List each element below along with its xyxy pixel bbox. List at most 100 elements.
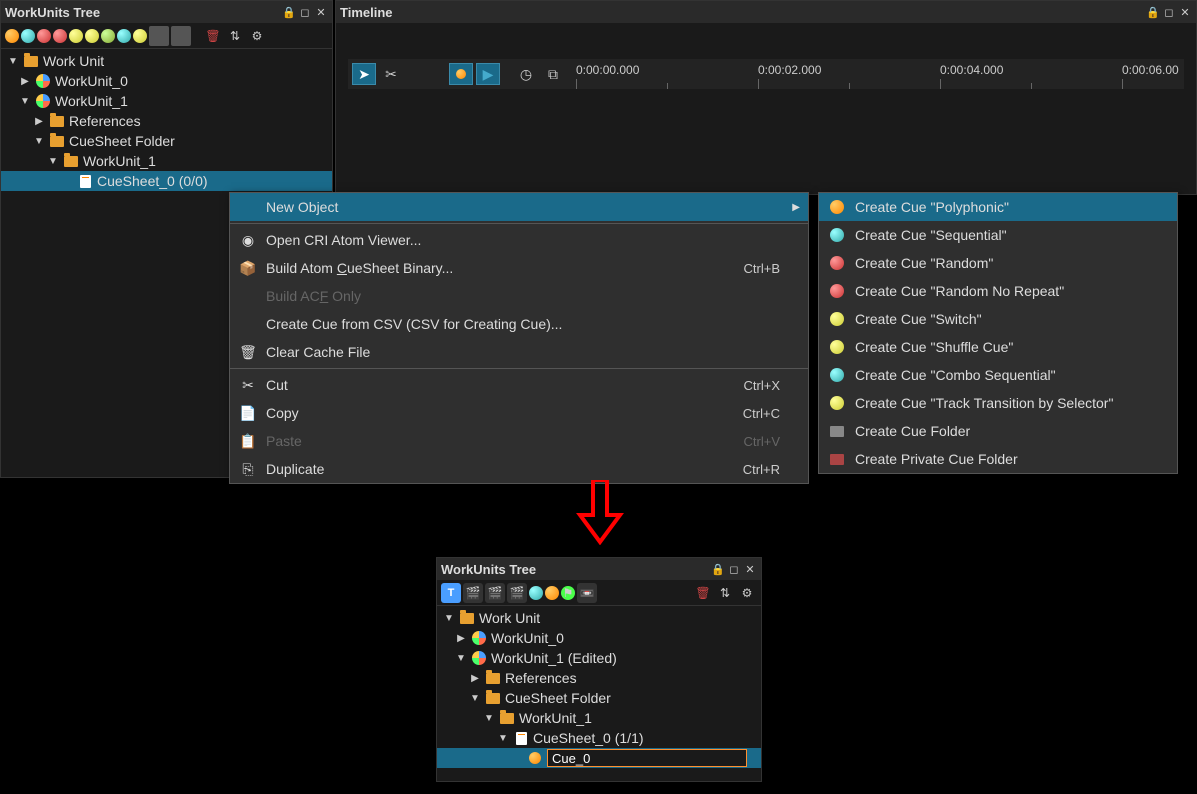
toolbar-icon-7[interactable] bbox=[101, 29, 115, 43]
tree-item[interactable]: WorkUnit_1 bbox=[437, 708, 761, 728]
toolbar-icon-6[interactable] bbox=[85, 29, 99, 43]
tree-item[interactable]: CueSheet Folder bbox=[437, 688, 761, 708]
tree-item[interactable]: CueSheet_0 (0/0) bbox=[1, 171, 332, 191]
tree-label: WorkUnit_0 bbox=[491, 630, 564, 646]
sort-icon[interactable]: ⇅ bbox=[715, 583, 735, 603]
toolbar-icon-b7[interactable]: 📼 bbox=[577, 583, 597, 603]
cut-tool[interactable]: ✂ bbox=[379, 63, 403, 85]
toolbar-icon-4[interactable] bbox=[53, 29, 67, 43]
expand-arrow[interactable] bbox=[33, 136, 45, 147]
submenu-item[interactable]: Create Cue "Track Transition by Selector… bbox=[819, 389, 1177, 417]
link-icon[interactable]: ⧉ bbox=[541, 63, 565, 85]
lock-icon[interactable]: 🔒 bbox=[711, 562, 725, 576]
close-icon[interactable]: ✕ bbox=[314, 5, 328, 19]
submenu-item[interactable]: Create Cue "Shuffle Cue" bbox=[819, 333, 1177, 361]
trash-icon[interactable]: 🗑 bbox=[203, 26, 223, 46]
toolbar-icon-3[interactable] bbox=[37, 29, 51, 43]
submenu-item[interactable]: Create Cue "Switch" bbox=[819, 305, 1177, 333]
expand-arrow[interactable] bbox=[47, 156, 59, 167]
pointer-tool[interactable]: ➤ bbox=[352, 63, 376, 85]
submenu-item[interactable]: Create Cue "Sequential" bbox=[819, 221, 1177, 249]
tree-item[interactable]: WorkUnit_1 (Edited) bbox=[437, 648, 761, 668]
play-button[interactable]: ▶ bbox=[476, 63, 500, 85]
maximize-icon[interactable]: ◻ bbox=[298, 5, 312, 19]
tree-item[interactable]: References bbox=[437, 668, 761, 688]
rename-input[interactable] bbox=[547, 749, 747, 767]
expand-arrow[interactable] bbox=[19, 76, 31, 87]
expand-arrow[interactable] bbox=[469, 673, 481, 684]
submenu-item[interactable]: Create Cue "Random" bbox=[819, 249, 1177, 277]
menu-item[interactable]: 📄CopyCtrl+C bbox=[230, 399, 808, 427]
expand-arrow[interactable] bbox=[19, 96, 31, 107]
gear-icon[interactable]: ⚙ bbox=[737, 583, 757, 603]
tree-item[interactable]: CueSheet_0 (1/1) bbox=[437, 728, 761, 748]
close-icon[interactable]: ✕ bbox=[743, 562, 757, 576]
menu-item[interactable]: 📦Build Atom CueSheet Binary...Ctrl+B bbox=[230, 254, 808, 282]
tree-item[interactable]: WorkUnit_1 bbox=[1, 91, 332, 111]
toolbar-icon-t[interactable]: T bbox=[441, 583, 461, 603]
expand-arrow[interactable] bbox=[33, 116, 45, 127]
toolbar-icon-1[interactable] bbox=[5, 29, 19, 43]
submenu-item[interactable]: Create Cue "Combo Sequential" bbox=[819, 361, 1177, 389]
tree-item[interactable]: Work Unit bbox=[1, 51, 332, 71]
folder-icon-2[interactable] bbox=[171, 26, 191, 46]
window-controls: 🔒 ◻ ✕ bbox=[711, 562, 757, 576]
submenu-item[interactable]: Create Private Cue Folder bbox=[819, 445, 1177, 473]
menu-item[interactable]: 🗑Clear Cache File bbox=[230, 338, 808, 366]
cue-type-icon bbox=[827, 200, 847, 214]
expand-arrow[interactable] bbox=[7, 56, 19, 67]
work-icon bbox=[471, 631, 487, 645]
toolbar-icon-5[interactable] bbox=[69, 29, 83, 43]
shortcut-label: Ctrl+R bbox=[743, 462, 780, 477]
tree-item[interactable]: References bbox=[1, 111, 332, 131]
tree-item[interactable]: Work Unit bbox=[437, 608, 761, 628]
panel-header: WorkUnits Tree 🔒 ◻ ✕ bbox=[437, 558, 761, 580]
tree-item[interactable]: WorkUnit_0 bbox=[1, 71, 332, 91]
toolbar-icon-8[interactable] bbox=[117, 29, 131, 43]
expand-arrow[interactable] bbox=[469, 693, 481, 704]
tree-item[interactable] bbox=[437, 748, 761, 768]
menu-item[interactable]: Create Cue from CSV (CSV for Creating Cu… bbox=[230, 310, 808, 338]
lock-icon[interactable]: 🔒 bbox=[1146, 5, 1160, 19]
gear-icon[interactable]: ⚙ bbox=[247, 26, 267, 46]
maximize-icon[interactable]: ◻ bbox=[1162, 5, 1176, 19]
expand-arrow[interactable] bbox=[443, 613, 455, 624]
workunits-tree-panel-result: WorkUnits Tree 🔒 ◻ ✕ T 🎬 🎬 🎬 ⚑ 📼 🗑 ⇅ ⚙ W… bbox=[436, 557, 762, 782]
submenu-label: Create Cue "Shuffle Cue" bbox=[855, 339, 1013, 355]
close-icon[interactable]: ✕ bbox=[1178, 5, 1192, 19]
toolbar-icon-b2[interactable]: 🎬 bbox=[485, 583, 505, 603]
toolbar-icon-b4[interactable] bbox=[529, 586, 543, 600]
tree-label: CueSheet_0 (0/0) bbox=[97, 173, 208, 189]
record-button[interactable] bbox=[449, 63, 473, 85]
toolbar-icon-b5[interactable] bbox=[545, 586, 559, 600]
menu-label: Build ACF Only bbox=[266, 288, 780, 304]
toolbar-icon-9[interactable] bbox=[133, 29, 147, 43]
sort-icon[interactable]: ⇅ bbox=[225, 26, 245, 46]
toolbar-icon-b3[interactable]: 🎬 bbox=[507, 583, 527, 603]
panel-title: WorkUnits Tree bbox=[441, 562, 536, 577]
menu-item[interactable]: ⎘DuplicateCtrl+R bbox=[230, 455, 808, 483]
folder-icon[interactable] bbox=[149, 26, 169, 46]
clock-icon[interactable]: ◷ bbox=[514, 63, 538, 85]
trash-icon[interactable]: 🗑 bbox=[693, 583, 713, 603]
menu-icon: ◉ bbox=[238, 232, 258, 249]
lock-icon[interactable]: 🔒 bbox=[282, 5, 296, 19]
timeline-body: ➤ ✂ ▶ ◷ ⧉ 0:00:00.000 0:00:02.000 0:00:0… bbox=[336, 23, 1196, 194]
maximize-icon[interactable]: ◻ bbox=[727, 562, 741, 576]
tree-item[interactable]: CueSheet Folder bbox=[1, 131, 332, 151]
expand-arrow[interactable] bbox=[497, 733, 509, 744]
menu-item[interactable]: New Object▶ bbox=[230, 193, 808, 221]
tree-item[interactable]: WorkUnit_1 bbox=[1, 151, 332, 171]
toolbar-icon-2[interactable] bbox=[21, 29, 35, 43]
submenu-item[interactable]: Create Cue "Random No Repeat" bbox=[819, 277, 1177, 305]
submenu-item[interactable]: Create Cue "Polyphonic" bbox=[819, 193, 1177, 221]
toolbar-icon-b1[interactable]: 🎬 bbox=[463, 583, 483, 603]
expand-arrow[interactable] bbox=[455, 633, 467, 644]
menu-item[interactable]: ◉Open CRI Atom Viewer... bbox=[230, 226, 808, 254]
flag-icon[interactable]: ⚑ bbox=[561, 586, 575, 600]
expand-arrow[interactable] bbox=[455, 653, 467, 664]
menu-item[interactable]: ✂CutCtrl+X bbox=[230, 371, 808, 399]
tree-item[interactable]: WorkUnit_0 bbox=[437, 628, 761, 648]
submenu-item[interactable]: Create Cue Folder bbox=[819, 417, 1177, 445]
expand-arrow[interactable] bbox=[483, 713, 495, 724]
